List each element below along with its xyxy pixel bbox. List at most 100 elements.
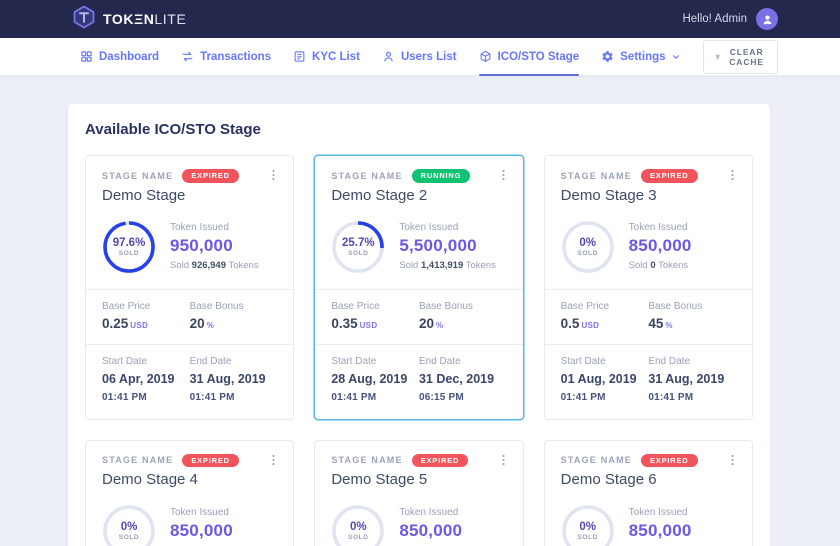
sold-percent: 97.6% bbox=[113, 237, 146, 249]
stage-card: STAGE NAME RUNNING Demo Stage 2 25.7% SO… bbox=[314, 155, 523, 420]
start-time: 01:41 PM bbox=[102, 392, 147, 403]
sold-word-label: SOLD bbox=[577, 250, 597, 257]
nav-item-ico-sto-stage[interactable]: ICO/STO Stage bbox=[479, 38, 580, 76]
end-time: 06:15 PM bbox=[419, 392, 464, 403]
sold-tokens-line: Sold 0 Tokens bbox=[629, 260, 692, 271]
kebab-icon bbox=[726, 168, 739, 182]
ico-stage-icon bbox=[479, 50, 492, 63]
base-bonus-value: 20% bbox=[419, 316, 507, 331]
progress-ring: 25.7% SOLD bbox=[331, 220, 385, 274]
card-menu-button[interactable] bbox=[722, 451, 743, 469]
start-date-block: Start Date 06 Apr, 2019 01:41 PM bbox=[102, 356, 190, 406]
base-bonus-value: 20% bbox=[190, 316, 278, 331]
start-time: 01:41 PM bbox=[331, 392, 376, 403]
token-issued-value: 850,000 bbox=[170, 521, 233, 541]
card-menu-button[interactable] bbox=[263, 166, 284, 184]
token-issued-value: 850,000 bbox=[629, 521, 692, 541]
stage-card: STAGE NAME EXPIRED Demo Stage 97.6% SOLD bbox=[85, 155, 294, 420]
nav-item-dashboard[interactable]: Dashboard bbox=[80, 38, 159, 76]
price-section: Base Price 0.25USD Base Bonus 20% bbox=[86, 289, 293, 344]
token-issued-block: Token Issued 850,000 Sold 0 Tokens bbox=[629, 507, 692, 546]
progress-ring: 0% SOLD bbox=[561, 504, 615, 546]
base-price-label: Base Price bbox=[331, 301, 419, 312]
status-badge: RUNNING bbox=[412, 169, 471, 183]
sold-tokens-line: Sold 1,413,919 Tokens bbox=[399, 260, 496, 271]
stage-card: STAGE NAME EXPIRED Demo Stage 4 0% SOLD bbox=[85, 440, 294, 546]
card-header: STAGE NAME EXPIRED Demo Stage 3 bbox=[561, 156, 736, 204]
base-bonus-block: Base Bonus 20% bbox=[190, 301, 278, 331]
kebab-icon bbox=[267, 453, 280, 467]
stage-title: Demo Stage 4 bbox=[102, 471, 277, 488]
status-badge: EXPIRED bbox=[412, 454, 469, 468]
token-issued-label: Token Issued bbox=[170, 507, 233, 518]
status-badge: EXPIRED bbox=[182, 454, 239, 468]
token-issued-value: 5,500,000 bbox=[399, 236, 496, 256]
base-bonus-block: Base Bonus 20% bbox=[419, 301, 507, 331]
nav-item-kyc-list[interactable]: KYC List bbox=[293, 38, 360, 76]
card-header: STAGE NAME EXPIRED Demo Stage 6 bbox=[561, 441, 736, 489]
bonus-unit: % bbox=[665, 321, 672, 330]
brand-logo[interactable]: TOKΞNLITE bbox=[72, 5, 186, 34]
progress-section: 0% SOLD Token Issued 850,000 Sold 0 Toke… bbox=[331, 488, 506, 546]
start-date-value: 06 Apr, 2019 01:41 PM bbox=[102, 371, 190, 406]
stage-card: STAGE NAME EXPIRED Demo Stage 6 0% SOLD bbox=[544, 440, 753, 546]
base-bonus-label: Base Bonus bbox=[190, 301, 278, 312]
base-price-value: 0.35USD bbox=[331, 316, 419, 331]
brand-text: TOKΞNLITE bbox=[103, 11, 186, 27]
topbar: TOKΞNLITE Hello! Admin bbox=[0, 0, 840, 38]
card-menu-button[interactable] bbox=[493, 166, 514, 184]
end-date-block: End Date 31 Aug, 2019 01:41 PM bbox=[190, 356, 278, 406]
stage-name-label: STAGE NAME bbox=[561, 455, 632, 465]
token-issued-label: Token Issued bbox=[399, 222, 496, 233]
stage-panel: Available ICO/STO Stage STAGE NAME EXPIR… bbox=[68, 104, 770, 546]
status-badge: EXPIRED bbox=[182, 169, 239, 183]
price-section: Base Price 0.5USD Base Bonus 45% bbox=[545, 289, 752, 344]
stage-name-label: STAGE NAME bbox=[331, 171, 402, 181]
base-bonus-value: 45% bbox=[648, 316, 736, 331]
card-menu-button[interactable] bbox=[722, 166, 743, 184]
token-issued-block: Token Issued 850,000 Sold 0 Tokens bbox=[170, 507, 233, 546]
end-date-label: End Date bbox=[190, 356, 278, 367]
price-unit: USD bbox=[360, 321, 378, 330]
kebab-icon bbox=[726, 453, 739, 467]
token-issued-label: Token Issued bbox=[170, 222, 259, 233]
sold-word-label: SOLD bbox=[577, 534, 597, 541]
progress-ring: 0% SOLD bbox=[331, 504, 385, 546]
progress-section: 0% SOLD Token Issued 850,000 Sold 0 Toke… bbox=[102, 488, 277, 546]
kebab-icon bbox=[267, 168, 280, 182]
stage-title: Demo Stage 5 bbox=[331, 471, 506, 488]
end-date-label: End Date bbox=[419, 356, 507, 367]
base-price-block: Base Price 0.5USD bbox=[561, 301, 649, 331]
nav-item-settings[interactable]: Settings bbox=[601, 38, 680, 76]
start-date-label: Start Date bbox=[102, 356, 190, 367]
stage-name-label: STAGE NAME bbox=[561, 171, 632, 181]
start-date-label: Start Date bbox=[331, 356, 419, 367]
dashboard-icon bbox=[80, 50, 93, 63]
nav-item-users-list[interactable]: Users List bbox=[382, 38, 457, 76]
sold-amount: 926,949 bbox=[192, 260, 226, 271]
end-date-value: 31 Aug, 2019 01:41 PM bbox=[190, 371, 278, 406]
bonus-unit: % bbox=[207, 321, 214, 330]
page-title: Available ICO/STO Stage bbox=[85, 121, 753, 138]
base-bonus-block: Base Bonus 45% bbox=[648, 301, 736, 331]
nav-item-transactions[interactable]: Transactions bbox=[181, 38, 271, 76]
brand-cube-icon bbox=[72, 5, 96, 34]
end-date-block: End Date 31 Aug, 2019 01:41 PM bbox=[648, 356, 736, 406]
base-price-block: Base Price 0.25USD bbox=[102, 301, 190, 331]
stage-title: Demo Stage 3 bbox=[561, 187, 736, 204]
card-header: STAGE NAME EXPIRED Demo Stage 4 bbox=[102, 441, 277, 489]
transactions-icon bbox=[181, 50, 194, 63]
chevron-down-icon bbox=[671, 52, 681, 62]
base-price-label: Base Price bbox=[561, 301, 649, 312]
status-badge: EXPIRED bbox=[641, 454, 698, 468]
avatar[interactable] bbox=[756, 8, 778, 30]
stage-title: Demo Stage bbox=[102, 187, 277, 204]
card-menu-button[interactable] bbox=[493, 451, 514, 469]
sold-percent: 0% bbox=[350, 521, 367, 533]
date-section: Start Date 01 Aug, 2019 01:41 PM End Dat… bbox=[545, 344, 752, 419]
clear-cache-button[interactable]: CLEAR CACHE bbox=[703, 40, 779, 74]
sold-amount: 1,413,919 bbox=[421, 260, 463, 271]
progress-ring: 0% SOLD bbox=[102, 504, 156, 546]
card-menu-button[interactable] bbox=[263, 451, 284, 469]
token-issued-label: Token Issued bbox=[399, 507, 462, 518]
